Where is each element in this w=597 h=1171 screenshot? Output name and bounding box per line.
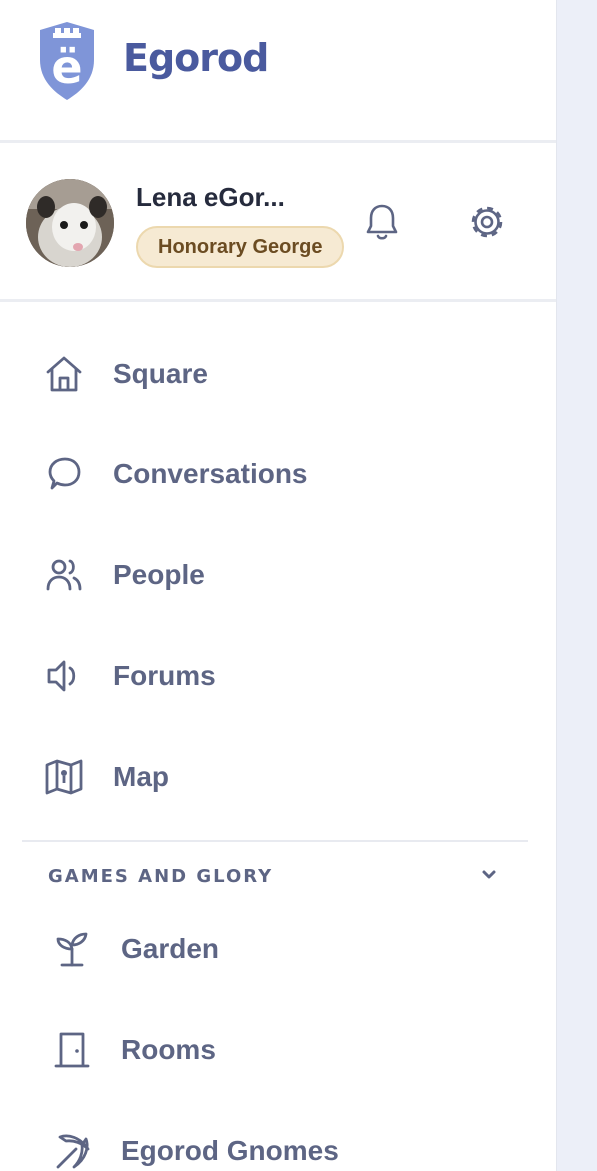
- nav-item-square[interactable]: Square: [0, 334, 556, 414]
- nav-item-conversations[interactable]: Conversations: [0, 434, 556, 514]
- logo-letter: ë: [51, 40, 82, 94]
- main-content-area: [557, 0, 597, 1171]
- nav-label: People: [113, 559, 205, 590]
- house-icon: [44, 354, 84, 394]
- map-icon: [44, 757, 84, 797]
- notifications-button[interactable]: [358, 198, 406, 246]
- chat-bubble-icon: [44, 454, 84, 494]
- avatar[interactable]: [26, 179, 114, 267]
- nav-label: Garden: [121, 933, 220, 964]
- nav-item-people[interactable]: People: [0, 535, 556, 615]
- megaphone-icon: [44, 656, 84, 696]
- nav-item-garden[interactable]: Garden: [0, 909, 556, 989]
- pickaxe-icon: [52, 1131, 92, 1171]
- sidebar: ë Egorod Lena eGor... Honorary George Sq…: [0, 0, 557, 1171]
- door-icon: [52, 1030, 92, 1070]
- nav-item-map[interactable]: Map: [0, 737, 556, 817]
- profile-card: Lena eGor... Honorary George: [0, 146, 556, 302]
- brand-name[interactable]: Egorod: [123, 36, 269, 80]
- gear-icon: [471, 206, 503, 238]
- chevron-down-icon[interactable]: [480, 866, 498, 884]
- nav-label: Conversations: [113, 458, 308, 489]
- bell-icon: [366, 204, 398, 240]
- nav-label: Rooms: [121, 1034, 216, 1065]
- nav-label: Forums: [113, 660, 216, 691]
- settings-button[interactable]: [463, 198, 511, 246]
- egorod-logo-icon[interactable]: ë: [36, 20, 98, 102]
- section-title: GAMES AND GLORY: [48, 866, 274, 887]
- nav-label: Map: [113, 761, 169, 792]
- possum-avatar-icon: [26, 179, 114, 267]
- user-name[interactable]: Lena eGor...: [136, 182, 285, 213]
- section-divider: [22, 840, 528, 842]
- nav-item-forums[interactable]: Forums: [0, 636, 556, 716]
- sprout-icon: [52, 929, 92, 969]
- nav-label: Square: [113, 358, 208, 389]
- role-badge: Honorary George: [136, 226, 345, 268]
- section-header-games[interactable]: GAMES AND GLORY: [22, 856, 528, 896]
- nav-item-rooms[interactable]: Rooms: [0, 1010, 556, 1090]
- brand-header: ë Egorod: [0, 0, 556, 143]
- nav-label: Egorod Gnomes: [121, 1135, 339, 1166]
- people-icon: [44, 555, 84, 595]
- nav-item-egorod-gnomes[interactable]: Egorod Gnomes: [0, 1111, 556, 1171]
